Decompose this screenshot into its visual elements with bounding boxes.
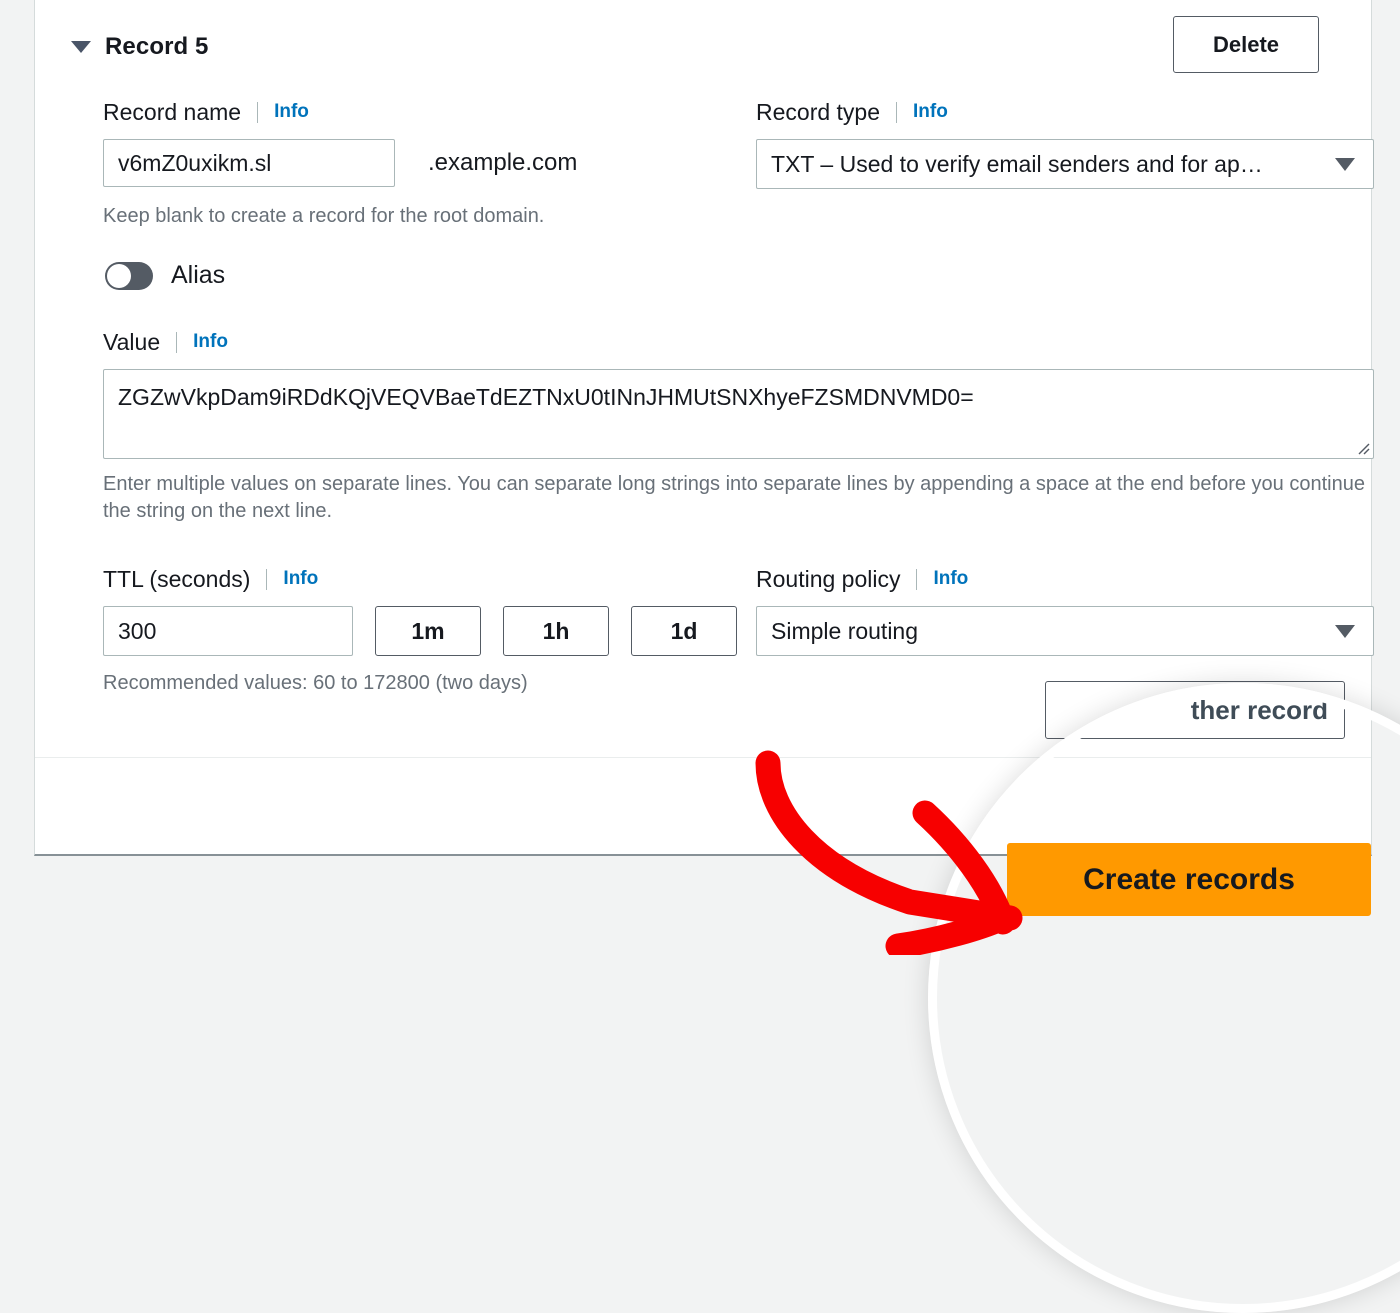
alias-toggle-knob <box>107 264 131 288</box>
ttl-label: TTL (seconds) <box>103 566 250 593</box>
ttl-controls: 1m 1h 1d <box>103 606 737 656</box>
label-divider <box>176 332 177 353</box>
alias-toggle[interactable] <box>105 262 153 290</box>
caret-down-icon <box>71 41 91 53</box>
value-textarea-wrapper: ZGZwVkpDam9iRDdKQjVEQVBaeTdEZTNxU0tINnJH… <box>103 369 1374 459</box>
record-type-select[interactable]: TXT – Used to verify email senders and f… <box>756 139 1374 189</box>
ttl-input[interactable] <box>103 606 353 656</box>
ttl-preset-1h[interactable]: 1h <box>503 606 609 656</box>
record-name-input[interactable] <box>103 139 395 187</box>
record-name-hint: Keep blank to create a record for the ro… <box>103 203 544 230</box>
ttl-preset-1d[interactable]: 1d <box>631 606 737 656</box>
record-name-label: Record name <box>103 99 241 126</box>
routing-policy-label: Routing policy <box>756 566 900 593</box>
label-divider <box>916 569 917 590</box>
create-records-button[interactable]: Create records <box>1007 843 1371 916</box>
record-name-label-row: Record name Info <box>103 97 395 127</box>
chevron-down-icon <box>1335 158 1355 171</box>
alias-toggle-row[interactable]: Alias <box>105 261 225 290</box>
record-panel-body: Record 5 Delete Record name Info .exampl… <box>35 0 1371 757</box>
record-type-label: Record type <box>756 99 880 126</box>
routing-policy-select[interactable]: Simple routing <box>756 606 1374 656</box>
value-label: Value <box>103 329 160 356</box>
record-panel-footer <box>35 757 1371 854</box>
routing-policy-label-row: Routing policy Info <box>756 564 1374 594</box>
value-hint: Enter multiple values on separate lines.… <box>103 471 1375 525</box>
label-divider <box>896 102 897 123</box>
routing-policy-info-link[interactable]: Info <box>933 568 968 590</box>
label-divider <box>266 569 267 590</box>
delete-button[interactable]: Delete <box>1173 16 1319 73</box>
value-textarea[interactable]: ZGZwVkpDam9iRDdKQjVEQVBaeTdEZTNxU0tINnJH… <box>103 369 1374 459</box>
routing-policy-field: Routing policy Info Simple routing <box>756 564 1374 656</box>
chevron-down-icon <box>1335 625 1355 638</box>
ttl-label-row: TTL (seconds) Info <box>103 564 737 594</box>
record-type-info-link[interactable]: Info <box>913 101 948 123</box>
record-collapse-toggle[interactable]: Record 5 <box>71 33 209 61</box>
record-header: Record 5 Delete <box>71 21 1341 79</box>
label-divider <box>257 102 258 123</box>
record-title: Record 5 <box>105 33 209 61</box>
value-label-row: Value Info <box>103 327 1341 357</box>
value-info-link[interactable]: Info <box>193 331 228 353</box>
alias-label: Alias <box>171 261 225 290</box>
add-another-record-button[interactable]: ther record <box>1045 681 1345 739</box>
record-panel: Record 5 Delete Record name Info .exampl… <box>34 0 1372 856</box>
record-name-field: Record name Info .example.com Keep blank… <box>103 97 395 187</box>
record-type-field: Record type Info TXT – Used to verify em… <box>756 97 1374 189</box>
value-field: Value Info ZGZwVkpDam9iRDdKQjVEQVBaeTdEZ… <box>103 327 1341 525</box>
routing-policy-selected-value: Simple routing <box>771 618 918 645</box>
ttl-preset-1m[interactable]: 1m <box>375 606 481 656</box>
ttl-info-link[interactable]: Info <box>283 568 318 590</box>
ttl-field: TTL (seconds) Info 1m 1h 1d Recommended … <box>103 564 737 697</box>
record-type-label-row: Record type Info <box>756 97 1374 127</box>
record-name-info-link[interactable]: Info <box>274 101 309 123</box>
record-type-selected-value: TXT – Used to verify email senders and f… <box>771 151 1263 178</box>
record-name-domain-suffix: .example.com <box>428 149 577 177</box>
ttl-hint: Recommended values: 60 to 172800 (two da… <box>103 670 737 697</box>
